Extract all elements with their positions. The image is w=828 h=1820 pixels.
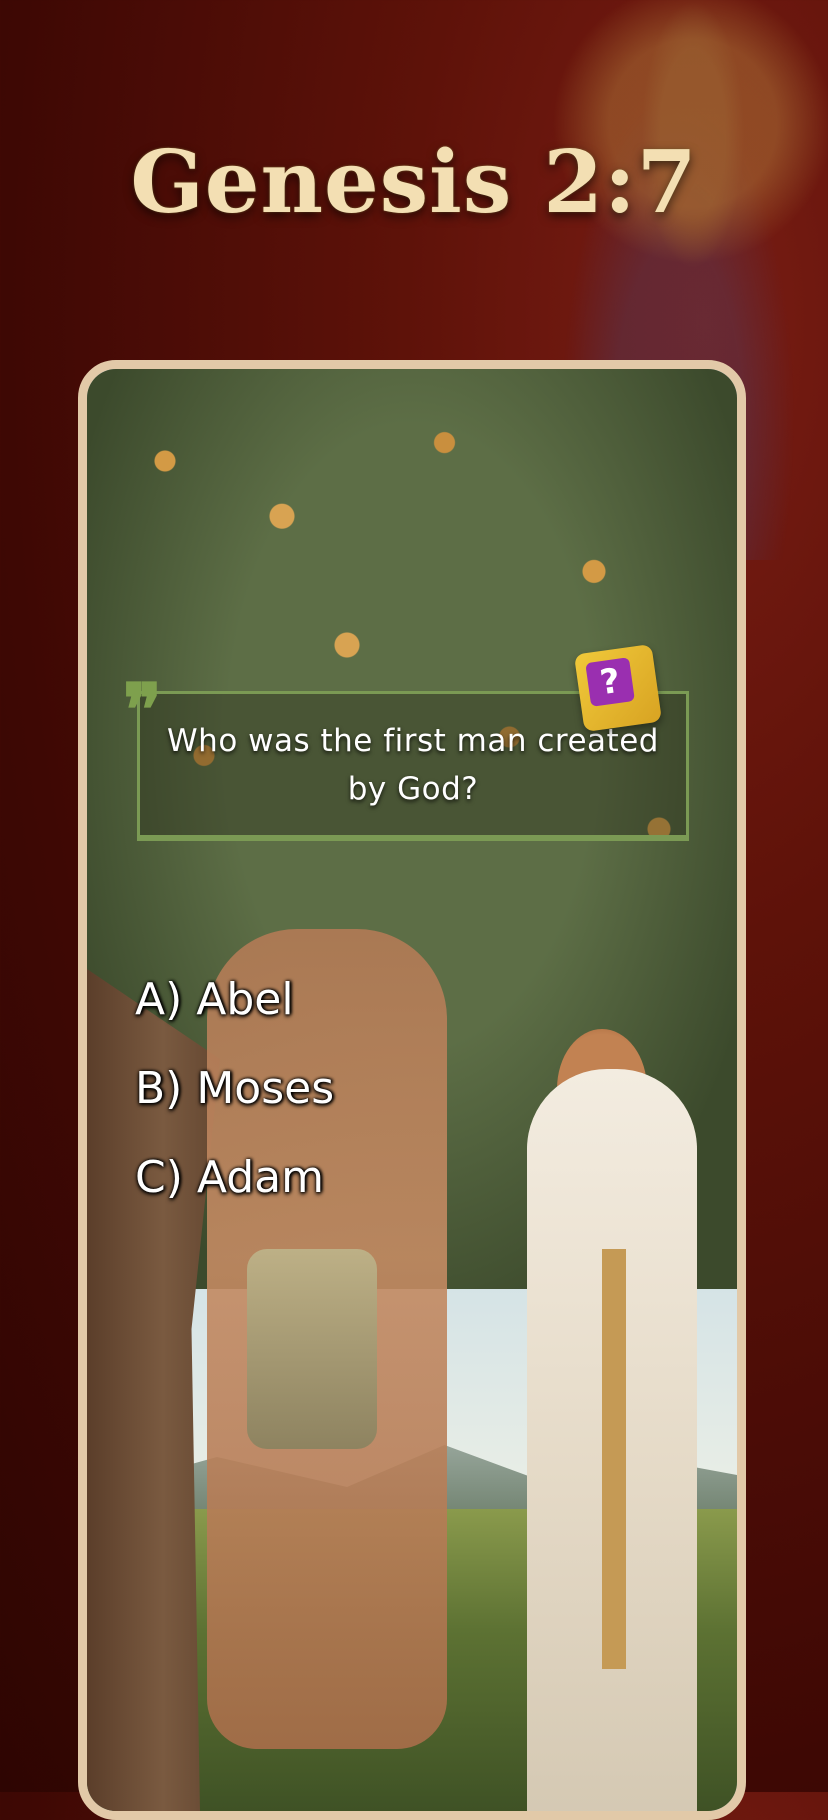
question-text: Who was the first man created by God? — [167, 722, 659, 807]
answer-list: A) Abel B) Moses C) Adam — [135, 974, 334, 1241]
dice-face: ? — [585, 657, 635, 707]
quote-icon: ❞ — [123, 667, 162, 752]
dice-question-icon: ? — [573, 643, 663, 733]
page-title: Genesis 2:7 — [130, 132, 698, 233]
answer-option-c[interactable]: C) Adam — [135, 1152, 334, 1203]
quiz-card: Who was the first man created by God? ❞ … — [78, 360, 746, 1820]
adam-loincloth — [247, 1249, 377, 1449]
answer-option-a[interactable]: A) Abel — [135, 974, 334, 1025]
answer-option-b[interactable]: B) Moses — [135, 1063, 334, 1114]
eve-sash — [602, 1249, 626, 1669]
